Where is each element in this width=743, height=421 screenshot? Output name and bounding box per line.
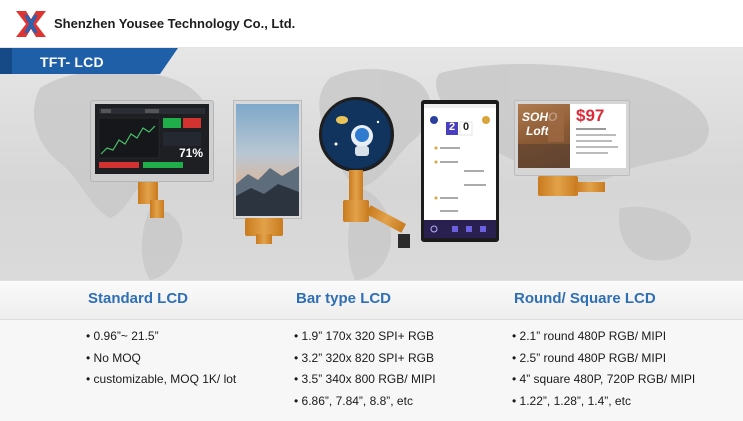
stock-chart-graphic xyxy=(98,108,205,168)
bar-fpc-tail xyxy=(256,234,272,244)
list-item: 3.5” 340x 800 RGB/ MIPI xyxy=(294,371,436,393)
list-round-square: 2.1” round 480P RGB/ MIPI 2.5” round 480… xyxy=(512,328,696,415)
list-bar: 1.9” 170x 320 SPI+ RGB 3.2” 320x 820 SPI… xyxy=(294,328,436,414)
square-fpc-cable xyxy=(538,176,578,196)
phone-nav-bar xyxy=(424,220,496,238)
dashboard-fpc-tail xyxy=(150,200,164,218)
list-item: 2.5” round 480P RGB/ MIPI xyxy=(512,350,695,372)
list-standard: 0.96”~ 21.5” No MOQ customizable, MOQ 1K… xyxy=(86,328,237,393)
col-title-bar: Bar type LCD xyxy=(296,290,392,307)
header: Shenzhen Yousee Technology Co., Ltd. xyxy=(0,0,743,48)
list-item: 3.2” 320x 820 SPI+ RGB xyxy=(294,350,436,372)
col-title-round-square: Round/ Square LCD xyxy=(514,290,656,307)
dashboard-lcd-screen: 71% xyxy=(95,104,209,174)
round-fpc-connector xyxy=(398,234,410,248)
square-fpc-tail xyxy=(575,182,605,192)
info-text-graphic xyxy=(576,128,618,154)
banner-title: TFT- LCD xyxy=(40,54,104,70)
street-photo-graphic xyxy=(518,112,570,168)
score-left: 2 xyxy=(449,121,456,133)
scoreboard-graphic xyxy=(424,104,496,212)
square-lcd-info: $97 xyxy=(570,104,626,168)
list-item: customizable, MOQ 1K/ lot xyxy=(86,371,237,393)
score-right: 0 xyxy=(463,121,470,133)
company-name: Shenzhen Yousee Technology Co., Ltd. xyxy=(54,16,296,31)
round-fpc-board xyxy=(343,200,369,222)
list-item: No MOQ xyxy=(86,350,236,372)
round-lcd-screen xyxy=(319,97,394,172)
col-title-standard: Standard LCD xyxy=(88,290,189,307)
list-item: 6.86”, 7.84”, 8.8”, etc xyxy=(294,393,436,415)
list-item: 0.96”~ 21.5” xyxy=(86,328,236,350)
square-lcd-photo: SOHO Loft xyxy=(518,104,570,168)
list-item: 1.22”, 1.28”, 1.4”, etc xyxy=(512,393,695,415)
list-item: 1.9” 170x 320 SPI+ RGB xyxy=(294,328,436,350)
bar-lcd-screen xyxy=(236,104,299,216)
dashboard-percentage: 71% xyxy=(179,146,204,160)
mountain-landscape-graphic xyxy=(236,166,299,216)
phone-lcd-screen: 2 0 xyxy=(424,104,496,220)
nav-icons xyxy=(430,225,486,233)
round-fpc-neck xyxy=(349,170,363,202)
astronaut-graphic xyxy=(322,100,390,168)
list-item: 2.1” round 480P RGB/ MIPI xyxy=(512,328,695,350)
yousee-logo-icon xyxy=(16,11,46,37)
list-item: 4” square 480P, 720P RGB/ MIPI xyxy=(512,371,696,393)
